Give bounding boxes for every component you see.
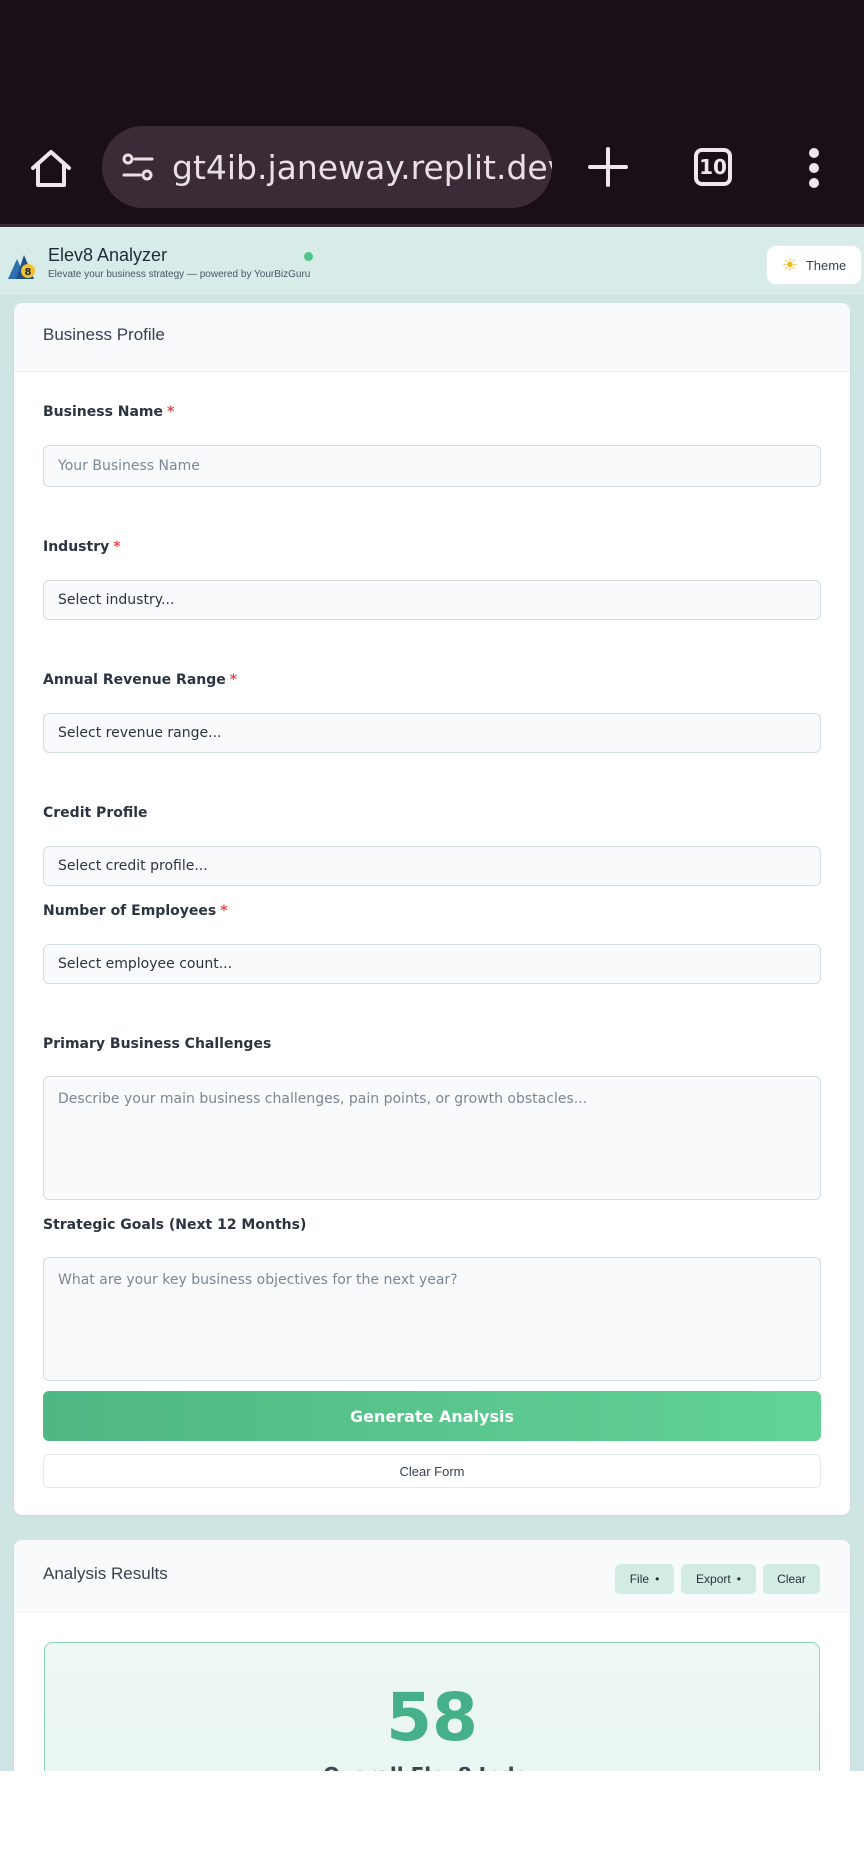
credit-profile-label: Credit Profile [43, 805, 148, 821]
address-bar[interactable]: gt4ib.janeway.replit.dev [102, 126, 552, 208]
goals-textarea[interactable]: What are your key business objectives fo… [43, 1257, 821, 1381]
industry-select[interactable]: Select industry... [43, 580, 821, 620]
status-indicator [304, 252, 313, 261]
svg-text:8: 8 [25, 267, 32, 278]
clear-results-button[interactable]: Clear [763, 1564, 820, 1594]
elev8-index-panel: 58 Overall Elev8 Index [44, 1642, 820, 1771]
more-menu-icon[interactable] [808, 148, 820, 188]
file-menu-button[interactable]: File • [615, 1564, 674, 1594]
card-header: Business Profile [14, 303, 850, 372]
revenue-label: Annual Revenue Range * [43, 672, 238, 688]
analysis-results-card: Analysis Results File • Export • Clear 58 … [14, 1540, 850, 1771]
employees-select[interactable]: Select employee count... [43, 944, 821, 984]
index-label: Overall Elev8 Index [45, 1763, 819, 1771]
page-bottom-blank [0, 1771, 864, 1872]
business-name-label: Business Name * [43, 404, 175, 420]
credit-profile-select[interactable]: Select credit profile... [43, 846, 821, 886]
tab-switcher-button[interactable]: 10 [694, 148, 732, 186]
goals-label: Strategic Goals (Next 12 Months) [43, 1217, 307, 1233]
required-marker: * [220, 903, 228, 919]
business-profile-card: Business Profile Business Name * Your Bus… [14, 303, 850, 1515]
card-title: Analysis Results [43, 1564, 168, 1583]
required-marker: * [113, 539, 121, 555]
challenges-textarea[interactable]: Describe your main business challenges, … [43, 1076, 821, 1200]
home-icon[interactable] [26, 146, 76, 190]
app-header: 8 Elev8 Analyzer Elevate your business s… [0, 227, 864, 295]
employees-label: Number of Employees * [43, 903, 228, 919]
app-title: Elev8 Analyzer [48, 245, 168, 265]
challenges-label: Primary Business Challenges [43, 1036, 272, 1052]
logo-icon: 8 [8, 255, 35, 279]
site-settings-icon[interactable] [118, 147, 158, 187]
business-name-input[interactable]: Your Business Name [43, 445, 821, 487]
required-marker: * [229, 672, 238, 688]
new-tab-icon[interactable] [585, 144, 631, 190]
index-score: 58 [386, 1679, 478, 1756]
card-title: Business Profile [43, 325, 165, 344]
revenue-select[interactable]: Select revenue range... [43, 713, 821, 753]
sun-icon: ☀ [781, 255, 798, 275]
theme-toggle-button[interactable]: ☀ Theme [766, 245, 862, 285]
theme-label: Theme [805, 257, 847, 273]
card-header: Analysis Results File • Export • Clear [14, 1540, 850, 1613]
clear-form-button[interactable]: Clear Form [43, 1454, 821, 1488]
export-menu-button[interactable]: Export • [681, 1564, 756, 1594]
url-text[interactable]: gt4ib.janeway.replit.dev [172, 148, 552, 187]
generate-analysis-button[interactable]: Generate Analysis [43, 1391, 821, 1441]
required-marker: * [167, 404, 175, 420]
dropdown-dot-icon: • [736, 1572, 741, 1586]
dropdown-dot-icon: • [655, 1572, 660, 1586]
app-viewport: 8 Elev8 Analyzer Elevate your business s… [0, 227, 864, 1771]
browser-toolbar: gt4ib.janeway.replit.dev 10 [0, 0, 864, 224]
app-subtitle: Elevate your business strategy — powered… [48, 269, 311, 280]
industry-label: Industry * [43, 539, 121, 555]
